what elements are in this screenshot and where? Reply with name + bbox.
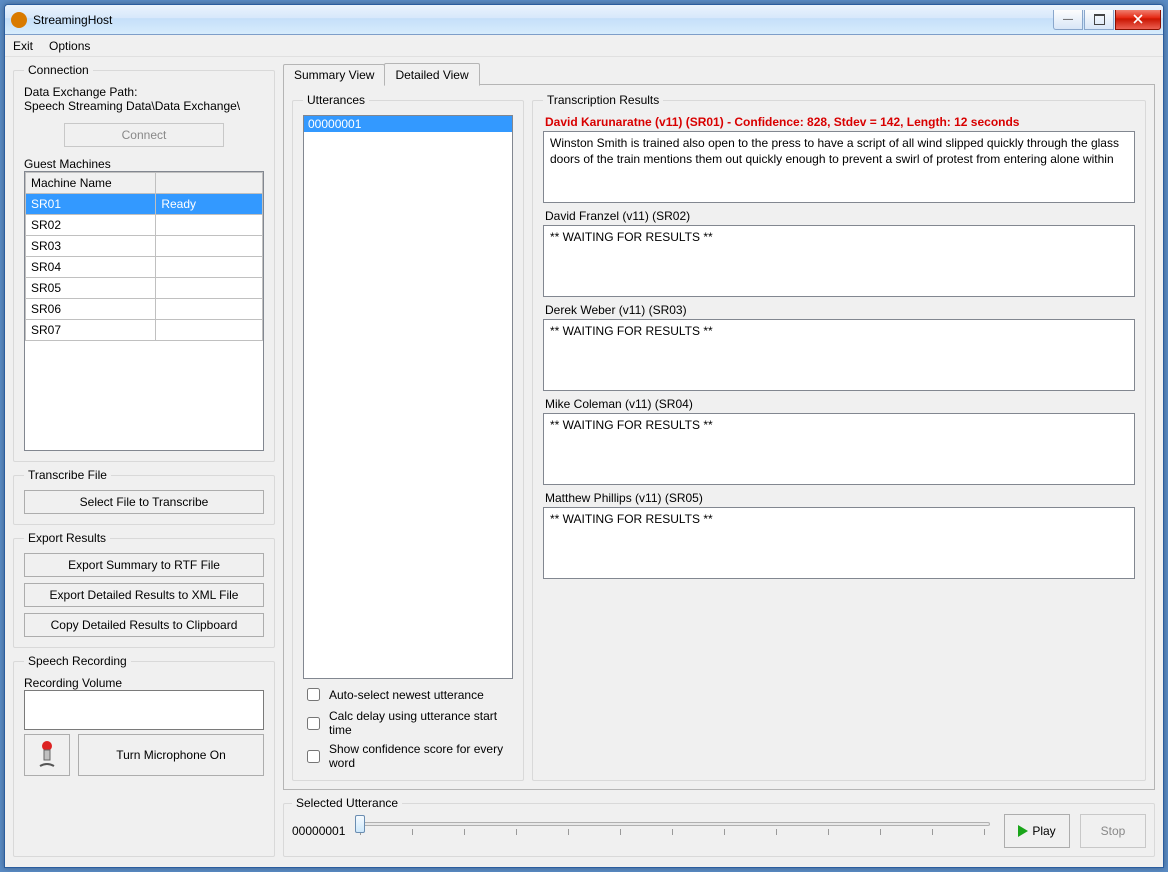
- data-exchange-path: Speech Streaming Data\Data Exchange\: [24, 99, 264, 113]
- check-auto-select[interactable]: Auto-select newest utterance: [303, 685, 513, 704]
- list-item[interactable]: 00000001: [304, 116, 512, 132]
- best-result-text[interactable]: Winston Smith is trained also open to th…: [543, 131, 1135, 203]
- detailed-view-pane: Utterances 00000001 Auto-select newest u…: [283, 84, 1155, 790]
- check-show-confidence-box[interactable]: [307, 750, 320, 763]
- check-show-confidence[interactable]: Show confidence score for every word: [303, 742, 513, 770]
- transcribe-file-legend: Transcribe File: [24, 468, 111, 482]
- titlebar[interactable]: StreamingHost —: [5, 5, 1163, 35]
- menubar: Exit Options: [5, 35, 1163, 57]
- connect-button[interactable]: Connect: [64, 123, 224, 147]
- col-machine-status[interactable]: [156, 173, 263, 194]
- app-window: StreamingHost — Exit Options Connection …: [4, 4, 1164, 868]
- recording-volume-meter: [24, 690, 264, 730]
- play-icon: [1018, 825, 1028, 837]
- selected-utterance-legend: Selected Utterance: [292, 796, 402, 810]
- maximize-button[interactable]: [1084, 10, 1114, 30]
- result-text[interactable]: ** WAITING FOR RESULTS **: [543, 507, 1135, 579]
- export-xml-button[interactable]: Export Detailed Results to XML File: [24, 583, 264, 607]
- playback-slider[interactable]: [355, 822, 994, 840]
- turn-microphone-on-button[interactable]: Turn Microphone On: [78, 734, 264, 776]
- check-auto-select-box[interactable]: [307, 688, 320, 701]
- best-result-header: David Karunaratne (v11) (SR01) - Confide…: [545, 115, 1135, 129]
- tab-detailed-view[interactable]: Detailed View: [384, 63, 479, 86]
- result-header: Matthew Phillips (v11) (SR05): [545, 491, 1135, 505]
- play-button[interactable]: Play: [1004, 814, 1070, 848]
- export-results-legend: Export Results: [24, 531, 110, 545]
- result-header: Mike Coleman (v11) (SR04): [545, 397, 1135, 411]
- check-calc-delay[interactable]: Calc delay using utterance start time: [303, 709, 513, 737]
- menu-options[interactable]: Options: [41, 36, 98, 56]
- guest-machines-label: Guest Machines: [24, 157, 264, 171]
- result-text[interactable]: ** WAITING FOR RESULTS **: [543, 413, 1135, 485]
- microphone-icon: [36, 740, 58, 770]
- table-row[interactable]: SR04: [26, 257, 263, 278]
- table-row[interactable]: SR02: [26, 215, 263, 236]
- app-icon: [11, 12, 27, 28]
- table-row[interactable]: SR03: [26, 236, 263, 257]
- table-row[interactable]: SR01Ready: [26, 194, 263, 215]
- table-row[interactable]: SR07: [26, 320, 263, 341]
- export-results-group: Export Results Export Summary to RTF Fil…: [13, 531, 275, 648]
- recording-volume-label: Recording Volume: [24, 676, 264, 690]
- export-rtf-button[interactable]: Export Summary to RTF File: [24, 553, 264, 577]
- selected-utterance-group: Selected Utterance 00000001 Play Stop: [283, 796, 1155, 857]
- transcription-results-legend: Transcription Results: [543, 93, 663, 107]
- connection-group: Connection Data Exchange Path: Speech St…: [13, 63, 275, 462]
- utterances-list[interactable]: 00000001: [303, 115, 513, 679]
- table-row[interactable]: SR05: [26, 278, 263, 299]
- check-calc-delay-box[interactable]: [307, 717, 320, 730]
- guest-machines-table[interactable]: Machine Name SR01ReadySR02SR03SR04SR05SR…: [24, 171, 264, 451]
- close-button[interactable]: [1115, 10, 1161, 30]
- result-header: David Franzel (v11) (SR02): [545, 209, 1135, 223]
- tab-summary-view[interactable]: Summary View: [283, 64, 385, 85]
- speech-recording-legend: Speech Recording: [24, 654, 131, 668]
- data-exchange-path-label: Data Exchange Path:: [24, 85, 264, 99]
- result-header: Derek Weber (v11) (SR03): [545, 303, 1135, 317]
- stop-button[interactable]: Stop: [1080, 814, 1146, 848]
- col-machine-name[interactable]: Machine Name: [26, 173, 156, 194]
- table-row[interactable]: SR06: [26, 299, 263, 320]
- transcribe-file-group: Transcribe File Select File to Transcrib…: [13, 468, 275, 525]
- slider-thumb[interactable]: [355, 815, 365, 833]
- copy-clipboard-button[interactable]: Copy Detailed Results to Clipboard: [24, 613, 264, 637]
- connection-legend: Connection: [24, 63, 93, 77]
- utterances-legend: Utterances: [303, 93, 369, 107]
- result-text[interactable]: ** WAITING FOR RESULTS **: [543, 225, 1135, 297]
- window-title: StreamingHost: [33, 13, 1052, 27]
- select-file-button[interactable]: Select File to Transcribe: [24, 490, 264, 514]
- result-text[interactable]: ** WAITING FOR RESULTS **: [543, 319, 1135, 391]
- menu-exit[interactable]: Exit: [5, 36, 41, 56]
- speech-recording-group: Speech Recording Recording Volume Turn M…: [13, 654, 275, 857]
- utterances-group: Utterances 00000001 Auto-select newest u…: [292, 93, 524, 781]
- minimize-button[interactable]: —: [1053, 10, 1083, 30]
- selected-utterance-value: 00000001: [292, 824, 345, 838]
- microphone-icon-button[interactable]: [24, 734, 70, 776]
- transcription-results-group: Transcription Results David Karunaratne …: [532, 93, 1146, 781]
